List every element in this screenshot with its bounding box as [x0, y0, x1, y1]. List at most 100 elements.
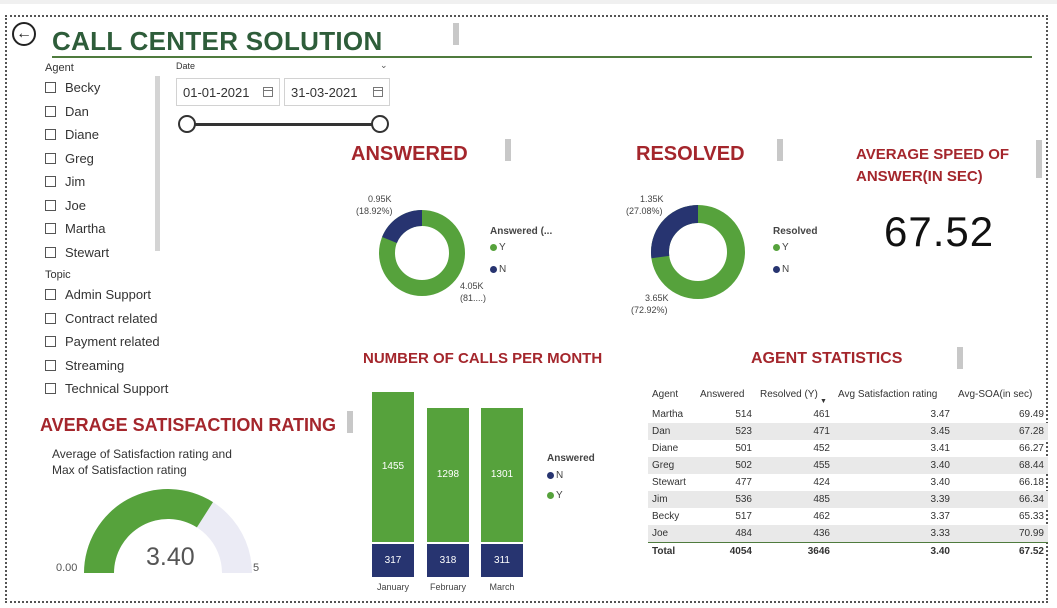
checkbox[interactable] [45, 312, 56, 324]
legend-dot-icon [547, 472, 554, 479]
table-cell: 65.33 [1018, 511, 1044, 522]
column-header[interactable]: Avg-SOA(in sec) [954, 386, 1048, 406]
table-cell: Joe [648, 525, 696, 543]
checkbox[interactable] [45, 199, 56, 211]
gauge-caption: Average of Satisfaction rating and Max o… [52, 446, 272, 478]
calendar-icon[interactable] [263, 87, 273, 97]
agent-option-diane[interactable]: Diane [45, 127, 99, 142]
bar-y-value-label: 1298 [436, 469, 460, 480]
table-cell: 66.18 [1018, 477, 1044, 488]
table-cell: 3.40 [930, 477, 950, 488]
date-range-slider[interactable] [186, 123, 380, 126]
topic-option-payment-related[interactable]: Payment related [45, 334, 160, 349]
total-cell: 3646 [756, 542, 834, 560]
sort-desc-icon[interactable]: ▼ [820, 398, 827, 405]
checkbox[interactable] [45, 359, 56, 371]
checkbox[interactable] [45, 129, 56, 140]
checkbox[interactable] [45, 289, 56, 300]
visual-grip-handle[interactable] [957, 347, 963, 369]
resolved-donut-chart[interactable] [649, 203, 747, 301]
table-row[interactable]: Stewart 477 424 3.40 66.18 [648, 474, 1048, 491]
table-row[interactable]: Diane 501 452 3.41 66.27 [648, 440, 1048, 457]
table-cell: 3.47 [930, 409, 950, 420]
legend-item-n[interactable]: N [773, 264, 789, 275]
table-total-row: Total 4054 3646 3.40 67.52 [648, 542, 1048, 560]
table-cell: 462 [813, 511, 830, 522]
checkbox[interactable] [45, 246, 56, 258]
legend-item-y[interactable]: Y [547, 490, 563, 501]
table-cell: 484 [696, 525, 756, 543]
table-row[interactable]: Dan 523 471 3.45 67.28 [648, 423, 1048, 440]
speed-heading-line2: ANSWER(IN SEC) [856, 168, 983, 185]
table-cell: 502 [696, 457, 756, 474]
start-date-value: 01-01-2021 [183, 84, 250, 100]
agent-option-joe[interactable]: Joe [45, 198, 86, 213]
table-cell: 3.45 [834, 423, 954, 440]
slider-end-handle[interactable] [371, 115, 389, 133]
agent-option-jim[interactable]: Jim [45, 174, 85, 189]
legend-item-y[interactable]: Y [773, 242, 789, 253]
visual-grip-handle[interactable] [347, 411, 353, 433]
slider-start-handle[interactable] [178, 115, 196, 133]
legend-item-n[interactable]: N [490, 264, 506, 275]
table-cell: 455 [756, 457, 834, 474]
topic-option-streaming[interactable]: Streaming [45, 358, 124, 373]
agent-option-dan[interactable]: Dan [45, 104, 89, 119]
checkbox[interactable] [45, 105, 56, 117]
agent-option-greg[interactable]: Greg [45, 151, 94, 166]
agent-option-label: Greg [65, 150, 94, 166]
legend-item-n[interactable]: N [547, 470, 563, 481]
checkbox[interactable] [45, 336, 56, 347]
date-slicer-label: Date [176, 61, 196, 71]
checkbox[interactable] [45, 176, 56, 187]
table-cell: Greg [648, 457, 696, 474]
checkbox[interactable] [45, 82, 56, 93]
legend-item-y[interactable]: Y [490, 242, 506, 253]
column-header[interactable]: Avg Satisfaction rating [834, 386, 954, 406]
table-row[interactable]: Martha 514 461 3.47 69.49 [648, 406, 1048, 423]
chevron-down-icon[interactable]: ⌄ [380, 60, 388, 71]
calendar-icon[interactable] [373, 87, 383, 97]
speed-value: 67.52 [884, 208, 995, 255]
bar-n-value-label: 311 [494, 555, 510, 566]
legend-label: N [556, 470, 564, 481]
legend-dot-icon [773, 244, 780, 251]
agent-option-becky[interactable]: Becky [45, 80, 100, 95]
end-date-input[interactable]: 31-03-2021 [284, 78, 390, 106]
checkbox[interactable] [45, 383, 56, 394]
answered-donut-chart[interactable] [376, 207, 468, 299]
visual-grip-handle[interactable] [505, 139, 511, 161]
agent-option-martha[interactable]: Martha [45, 221, 105, 236]
table-cell: 477 [735, 477, 752, 488]
speed-heading-line1: AVERAGE SPEED OF [856, 146, 1010, 163]
topic-option-label: Streaming [65, 357, 125, 373]
visual-grip-handle[interactable] [453, 23, 459, 45]
table-row[interactable]: Becky 517 462 3.37 65.33 [648, 508, 1048, 525]
back-arrow-icon[interactable]: ← [12, 22, 36, 46]
visual-grip-handle[interactable] [777, 139, 783, 161]
table-row[interactable]: Greg 502 455 3.40 68.44 [648, 457, 1048, 474]
visual-grip-handle[interactable] [1036, 140, 1042, 178]
table-cell: 471 [756, 423, 834, 440]
table-row[interactable]: Joe 484 436 3.33 70.99 [648, 525, 1048, 543]
month-axis-label: February [429, 582, 466, 592]
resolved-legend-title: Resolved [773, 226, 818, 237]
checkbox[interactable] [45, 152, 56, 164]
checkbox[interactable] [45, 223, 56, 234]
column-header[interactable]: Answered [696, 386, 756, 406]
column-header[interactable]: Agent [648, 386, 696, 406]
legend-label: Y [556, 490, 563, 501]
topic-option-admin-support[interactable]: Admin Support [45, 287, 151, 302]
agent-option-stewart[interactable]: Stewart [45, 245, 109, 260]
agent-slicer-scrollbar[interactable] [155, 76, 160, 251]
table-row[interactable]: Jim 536 485 3.39 66.34 [648, 491, 1048, 508]
agent-option-label: Joe [65, 197, 86, 213]
agent-option-label: Diane [65, 127, 99, 142]
legend-label: Y [782, 242, 789, 253]
topic-option-contract-related[interactable]: Contract related [45, 311, 158, 326]
agent-stats-table[interactable]: Agent Answered Resolved (Y) Avg Satisfactio… [648, 386, 1048, 560]
bar-y-value-label: 1455 [381, 461, 405, 472]
table-cell: 485 [756, 491, 834, 508]
start-date-input[interactable]: 01-01-2021 [176, 78, 280, 106]
topic-option-technical-support[interactable]: Technical Support [45, 381, 168, 396]
